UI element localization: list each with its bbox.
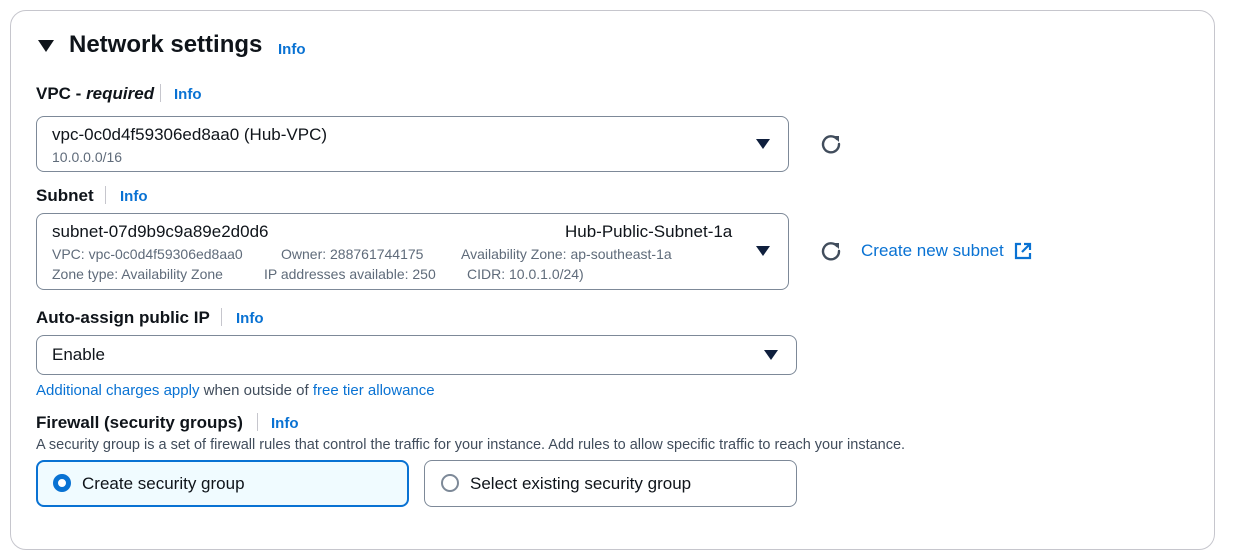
vpc-label: VPC - required bbox=[36, 84, 154, 104]
subnet-az: Availability Zone: ap-southeast-1a bbox=[461, 246, 672, 262]
vpc-select-value: vpc-0c0d4f59306ed8aa0 (Hub-VPC) bbox=[52, 125, 328, 144]
public-ip-select-value: Enable bbox=[52, 345, 105, 364]
section-info-link[interactable]: Info bbox=[278, 41, 306, 58]
section-title: Network settings bbox=[69, 31, 263, 58]
vpc-label-text: VPC - bbox=[36, 84, 87, 103]
subnet-info-link[interactable]: Info bbox=[120, 188, 148, 205]
public-ip-label: Auto-assign public IP bbox=[36, 308, 210, 327]
public-ip-select[interactable] bbox=[36, 335, 797, 375]
subnet-label-separator bbox=[105, 186, 106, 204]
subnet-ips: IP addresses available: 250 bbox=[264, 266, 436, 282]
create-new-subnet-link[interactable]: Create new subnet bbox=[861, 241, 1004, 261]
create-security-group-radio[interactable] bbox=[53, 474, 71, 492]
subnet-cidr: CIDR: 10.0.1.0/24) bbox=[467, 266, 584, 282]
subnet-owner: Owner: 288761744175 bbox=[281, 246, 424, 262]
refresh-icon[interactable] bbox=[820, 240, 842, 262]
expand-caret-icon[interactable] bbox=[38, 40, 54, 52]
vpc-label-separator bbox=[160, 84, 161, 102]
create-security-group-label: Create security group bbox=[82, 474, 245, 493]
firewall-description: A security group is a set of firewall ru… bbox=[36, 437, 906, 453]
external-link-icon bbox=[1014, 242, 1032, 265]
vpc-required-text: required bbox=[86, 84, 155, 103]
vpc-select-cidr: 10.0.0.0/16 bbox=[52, 149, 123, 165]
hint-text: when outside of bbox=[199, 382, 313, 399]
subnet-label: Subnet bbox=[36, 186, 94, 205]
dropdown-triangle-icon bbox=[764, 350, 778, 360]
firewall-info-link[interactable]: Info bbox=[271, 415, 299, 432]
free-tier-link[interactable]: free tier allowance bbox=[313, 382, 435, 399]
firewall-label-separator bbox=[257, 413, 258, 431]
additional-charges-link[interactable]: Additional charges apply bbox=[36, 382, 199, 399]
public-ip-info-link[interactable]: Info bbox=[236, 310, 264, 327]
create-new-subnet-label: Create new subnet bbox=[861, 241, 1004, 260]
dropdown-triangle-icon bbox=[756, 139, 770, 149]
firewall-label: Firewall (security groups) bbox=[36, 413, 243, 432]
subnet-zone-type: Zone type: Availability Zone bbox=[52, 266, 223, 282]
public-ip-label-separator bbox=[221, 308, 222, 326]
dropdown-triangle-icon bbox=[756, 246, 770, 256]
vpc-info-link[interactable]: Info bbox=[174, 86, 202, 103]
subnet-select-id: subnet-07d9b9c9a89e2d0d6 bbox=[52, 222, 269, 241]
subnet-vpc: VPC: vpc-0c0d4f59306ed8aa0 bbox=[52, 246, 243, 262]
select-existing-security-group-radio[interactable] bbox=[441, 474, 459, 492]
public-ip-hint: Additional charges apply when outside of… bbox=[36, 382, 435, 399]
refresh-icon[interactable] bbox=[820, 133, 842, 155]
select-existing-security-group-label: Select existing security group bbox=[470, 474, 692, 493]
subnet-select-name: Hub-Public-Subnet-1a bbox=[565, 222, 733, 241]
